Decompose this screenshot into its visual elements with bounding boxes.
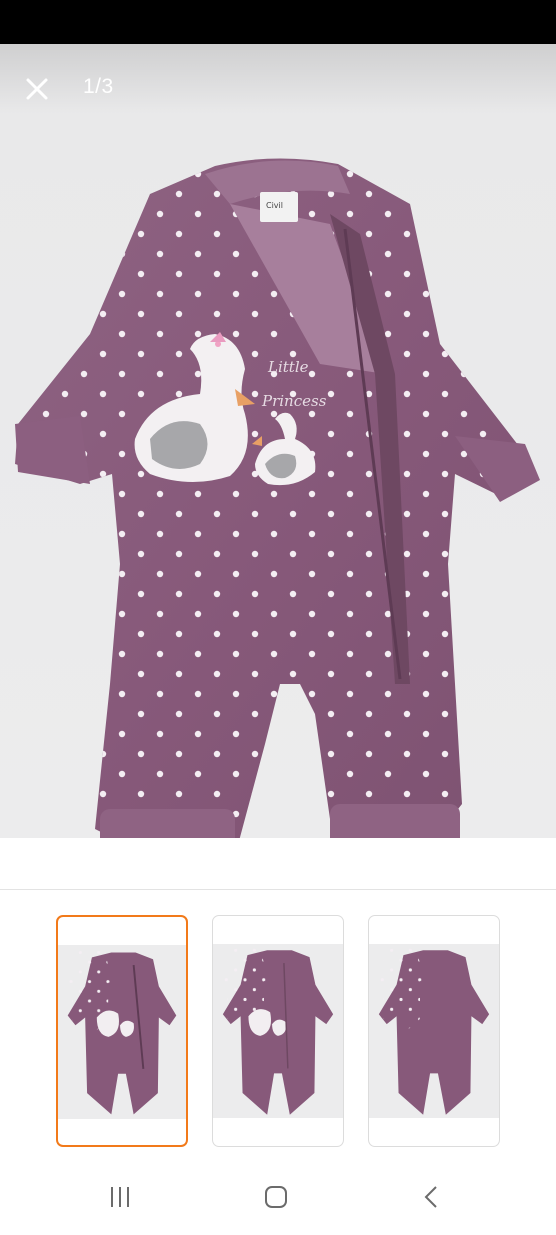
thumbnail-strip — [0, 891, 556, 1161]
system-nav-bar — [0, 1161, 556, 1235]
recents-button[interactable] — [100, 1181, 140, 1213]
product-image[interactable]: Little Princess Civil — [0, 100, 556, 859]
romper-image: Little Princess Civil — [15, 158, 540, 859]
embroidery-text-line2: Princess — [261, 392, 327, 410]
thumbnail-image-front-open — [62, 950, 177, 1115]
thumbnail-2[interactable] — [212, 915, 344, 1147]
thumbnail-3[interactable] — [368, 915, 500, 1147]
image-viewer: 1/3 Little Princess Civil — [0, 44, 556, 859]
recents-icon — [111, 1187, 129, 1207]
back-icon — [424, 1186, 437, 1208]
viewer-header: 1/3 — [0, 44, 556, 100]
home-icon — [265, 1186, 287, 1208]
home-button[interactable] — [256, 1181, 296, 1213]
image-counter: 1/3 — [83, 75, 114, 98]
back-button[interactable] — [412, 1181, 452, 1213]
svg-text:Civil: Civil — [266, 201, 283, 210]
thumbnail-1[interactable] — [56, 915, 188, 1147]
embroidery-text-line1: Little — [267, 358, 309, 376]
status-bar — [0, 0, 556, 44]
caption-area — [0, 838, 556, 890]
thumbnail-image-back — [373, 947, 490, 1115]
thumbnail-image-front — [217, 947, 334, 1115]
